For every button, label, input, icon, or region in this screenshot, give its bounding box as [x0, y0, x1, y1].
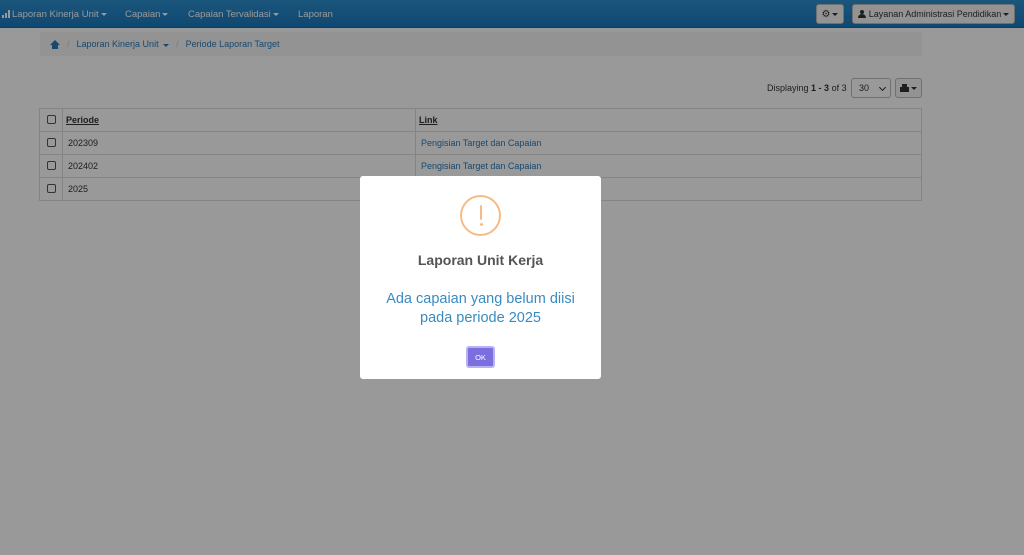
alert-dialog: Laporan Unit Kerja Ada capaian yang belu… [360, 176, 601, 379]
ok-button[interactable]: OK [466, 346, 495, 368]
dialog-message: Ada capaian yang belum diisi pada period… [386, 291, 575, 326]
warning-icon [460, 195, 501, 236]
dialog-title: Laporan Unit Kerja [417, 252, 544, 268]
